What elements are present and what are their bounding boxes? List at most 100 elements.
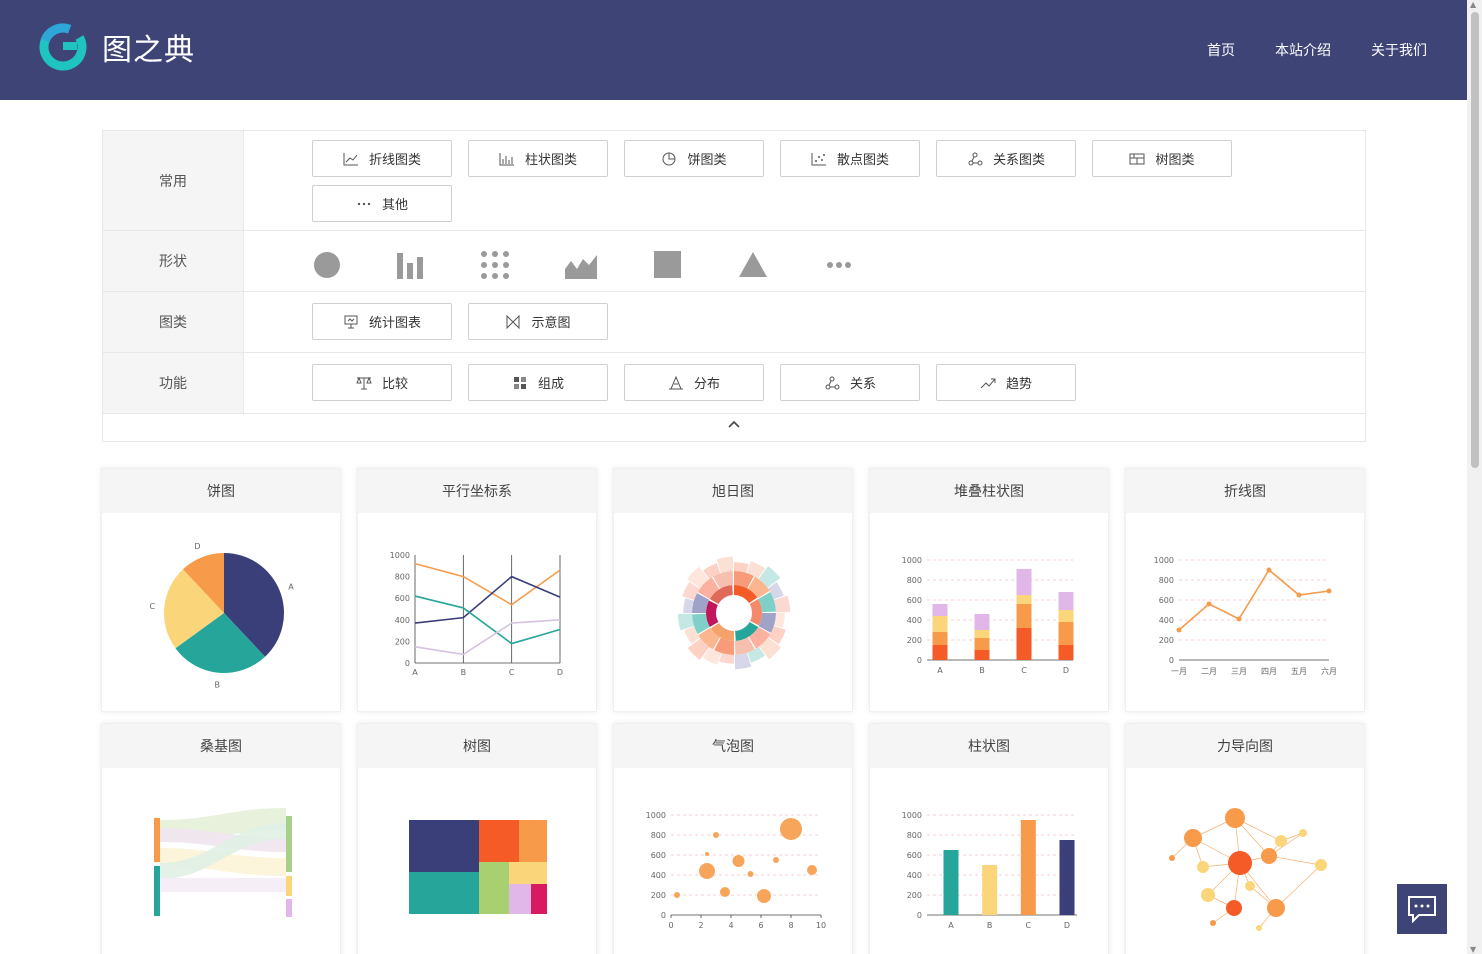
x-tick-label: 4 xyxy=(728,921,733,930)
area-shape-icon[interactable] xyxy=(565,251,597,279)
chat-icon xyxy=(1408,896,1436,923)
relation-chart-icon xyxy=(968,152,983,165)
chart-card[interactable]: 旭日图 xyxy=(613,468,853,712)
chart-card[interactable]: 力导向图 xyxy=(1125,723,1365,954)
data-point xyxy=(1206,601,1212,607)
btn-other[interactable]: 其他 xyxy=(312,185,452,222)
btn-compare[interactable]: 比较 xyxy=(312,364,452,401)
btn-pie-charts[interactable]: 饼图类 xyxy=(624,140,764,177)
sunburst-segment xyxy=(749,599,762,626)
series-line xyxy=(414,575,561,624)
bar-segment xyxy=(932,632,948,645)
btn-trend[interactable]: 趋势 xyxy=(936,364,1076,401)
chart-card[interactable]: 桑基图 xyxy=(101,723,341,954)
force-node xyxy=(1245,881,1255,891)
btn-bar-charts[interactable]: 柱状图类 xyxy=(468,140,608,177)
btn-label: 柱状图类 xyxy=(524,153,577,168)
bubble xyxy=(780,818,802,840)
y-tick-label: 1000 xyxy=(646,811,666,820)
y-tick-label: 400 xyxy=(395,616,410,625)
bubble xyxy=(720,887,730,897)
force-node xyxy=(1225,808,1245,828)
force-node xyxy=(1228,851,1252,875)
y-tick-label: 1000 xyxy=(1154,556,1174,565)
scroll-thumb[interactable] xyxy=(1471,12,1479,468)
y-tick-label: 0 xyxy=(917,656,922,665)
triangle-shape-icon[interactable] xyxy=(739,251,767,279)
bar-segment xyxy=(1016,595,1032,604)
btn-composition[interactable]: 组成 xyxy=(468,364,608,401)
btn-distribution[interactable]: 分布 xyxy=(624,364,764,401)
y-tick-label: 0 xyxy=(1169,656,1174,665)
btn-scatter-charts[interactable]: 散点图类 xyxy=(780,140,920,177)
treemap-cell xyxy=(509,884,531,914)
data-point xyxy=(1176,627,1182,633)
y-tick-label: 1000 xyxy=(390,551,410,560)
scroll-up-icon[interactable]: ▲ xyxy=(1470,0,1476,9)
bar-segment xyxy=(974,638,990,650)
chart-preview-svg xyxy=(677,556,791,670)
btn-label: 示意图 xyxy=(531,316,571,331)
filter-panel: 常用 折线图类 柱状图类 饼图类 散点图类 关系图类 树图类 其他 形状 图类 … xyxy=(102,130,1366,442)
x-tick-label: 三月 xyxy=(1231,667,1247,676)
chart-card[interactable]: 气泡图 0 200 400 600 800 1000 0 2 4 6 8 10 xyxy=(613,723,853,954)
chart-preview-svg xyxy=(409,820,547,914)
btn-line-charts[interactable]: 折线图类 xyxy=(312,140,452,177)
btn-relation-charts[interactable]: 关系图类 xyxy=(936,140,1076,177)
nav-home[interactable]: 首页 xyxy=(1207,40,1235,60)
y-tick-label: 400 xyxy=(907,616,922,625)
filter-label: 形状 xyxy=(103,231,244,291)
y-tick-label: 800 xyxy=(651,831,666,840)
feedback-button[interactable] xyxy=(1397,884,1447,934)
btn-label: 分布 xyxy=(693,377,720,392)
bar-segment xyxy=(974,650,990,660)
y-tick-label: 0 xyxy=(405,659,410,668)
x-tick-label: 0 xyxy=(668,921,673,930)
btn-label: 关系图类 xyxy=(992,153,1045,168)
card-preview: 0 200 400 600 800 1000 A B C D xyxy=(870,513,1108,709)
chart-card[interactable]: 树图 xyxy=(357,723,597,954)
chart-card[interactable]: 柱状图 0 200 400 600 800 1000 A B C D xyxy=(869,723,1109,954)
collapse-toggle[interactable] xyxy=(103,413,1365,441)
chart-card[interactable]: 折线图 0 200 400 600 800 1000 一月 二月 三月 四月 五月 六月 xyxy=(1125,468,1365,712)
card-preview xyxy=(1126,768,1364,954)
bar-chart-icon xyxy=(499,152,514,165)
force-node xyxy=(1315,859,1327,871)
circle-shape-icon[interactable] xyxy=(313,251,341,279)
treemap-cell xyxy=(531,884,547,914)
y-tick-label: 600 xyxy=(651,851,666,860)
logo[interactable]: 图之典 xyxy=(38,22,195,72)
chart-card[interactable]: 平行坐标系 0 200 400 600 800 1000 A B C D xyxy=(357,468,597,712)
btn-stat-charts[interactable]: 统计图表 xyxy=(312,303,452,340)
bars-shape-icon[interactable] xyxy=(397,251,425,279)
y-tick-label: 200 xyxy=(651,891,666,900)
btn-tree-charts[interactable]: 树图类 xyxy=(1092,140,1232,177)
x-tick-label: A xyxy=(412,668,418,677)
x-tick-label: B xyxy=(979,666,985,675)
card-preview: 0 200 400 600 800 1000 A B C D xyxy=(358,513,596,709)
nav-about-us[interactable]: 关于我们 xyxy=(1371,40,1427,60)
scrollbar[interactable]: ▲ ▼ xyxy=(1467,0,1482,954)
more-shape-icon[interactable] xyxy=(825,251,853,279)
bubble xyxy=(747,871,754,877)
force-node xyxy=(1197,861,1209,873)
btn-relation[interactable]: 关系 xyxy=(780,364,920,401)
x-tick-label: B xyxy=(461,668,467,677)
bubble xyxy=(773,857,779,863)
filter-row-function: 功能 比较 组成 分布 关系 趋势 xyxy=(103,353,1365,414)
data-point xyxy=(1266,567,1272,573)
force-node xyxy=(1299,829,1307,837)
btn-diagram[interactable]: 示意图 xyxy=(468,303,608,340)
data-point xyxy=(1296,592,1302,598)
chart-card[interactable]: 堆叠柱状图 0 200 400 600 800 1000 A B C D xyxy=(869,468,1109,712)
bar-segment xyxy=(974,630,990,638)
square-shape-icon[interactable] xyxy=(654,251,682,279)
x-tick-label: D xyxy=(557,668,563,677)
x-tick-label: B xyxy=(987,921,993,930)
nav-about-site[interactable]: 本站介绍 xyxy=(1275,40,1331,60)
treemap-cell xyxy=(509,862,547,884)
dots-shape-icon[interactable] xyxy=(481,251,509,279)
chart-card[interactable]: 饼图 A B C D xyxy=(101,468,341,712)
y-tick-label: 800 xyxy=(395,573,410,582)
scroll-down-icon[interactable]: ▼ xyxy=(1470,945,1476,954)
